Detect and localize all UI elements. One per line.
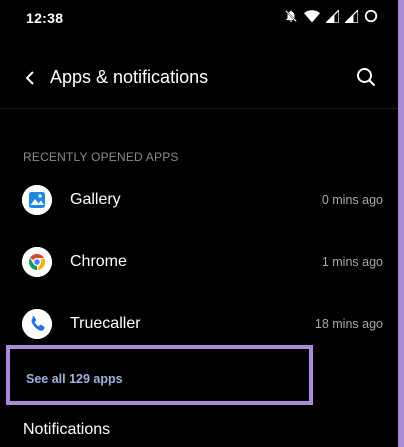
app-time: 18 mins ago: [314, 317, 383, 331]
app-name: Chrome: [70, 253, 127, 270]
gallery-icon: [22, 185, 52, 215]
wifi-icon: [304, 9, 320, 23]
app-time: 0 mins ago: [321, 193, 383, 207]
divider: [0, 108, 398, 109]
section-header: RECENTLY OPENED APPS: [23, 150, 179, 164]
status-time: 12:38: [26, 10, 64, 26]
back-arrow-icon[interactable]: [18, 66, 42, 90]
notifications-off-icon: [284, 9, 298, 23]
signal-icon: [345, 9, 358, 23]
status-icons: [284, 9, 378, 23]
battery-ring-icon: [364, 9, 378, 23]
app-row-chrome[interactable]: Chrome 1 mins ago: [0, 236, 398, 288]
app-name: Gallery: [70, 191, 121, 208]
status-bar: 12:38: [0, 0, 398, 36]
app-row-truecaller[interactable]: Truecaller 18 mins ago: [0, 298, 398, 350]
page-title: Apps & notifications: [50, 67, 209, 87]
signal-icon: [326, 9, 339, 23]
search-icon[interactable]: [354, 65, 378, 89]
app-name: Truecaller: [70, 315, 141, 332]
notifications-item[interactable]: Notifications: [23, 421, 110, 439]
app-bar: Apps & notifications: [0, 56, 398, 100]
chrome-icon: [22, 247, 52, 277]
app-time: 1 mins ago: [321, 255, 383, 269]
app-row-gallery[interactable]: Gallery 0 mins ago: [0, 174, 398, 226]
phone-icon: [22, 309, 52, 339]
highlight-box: [6, 345, 313, 405]
